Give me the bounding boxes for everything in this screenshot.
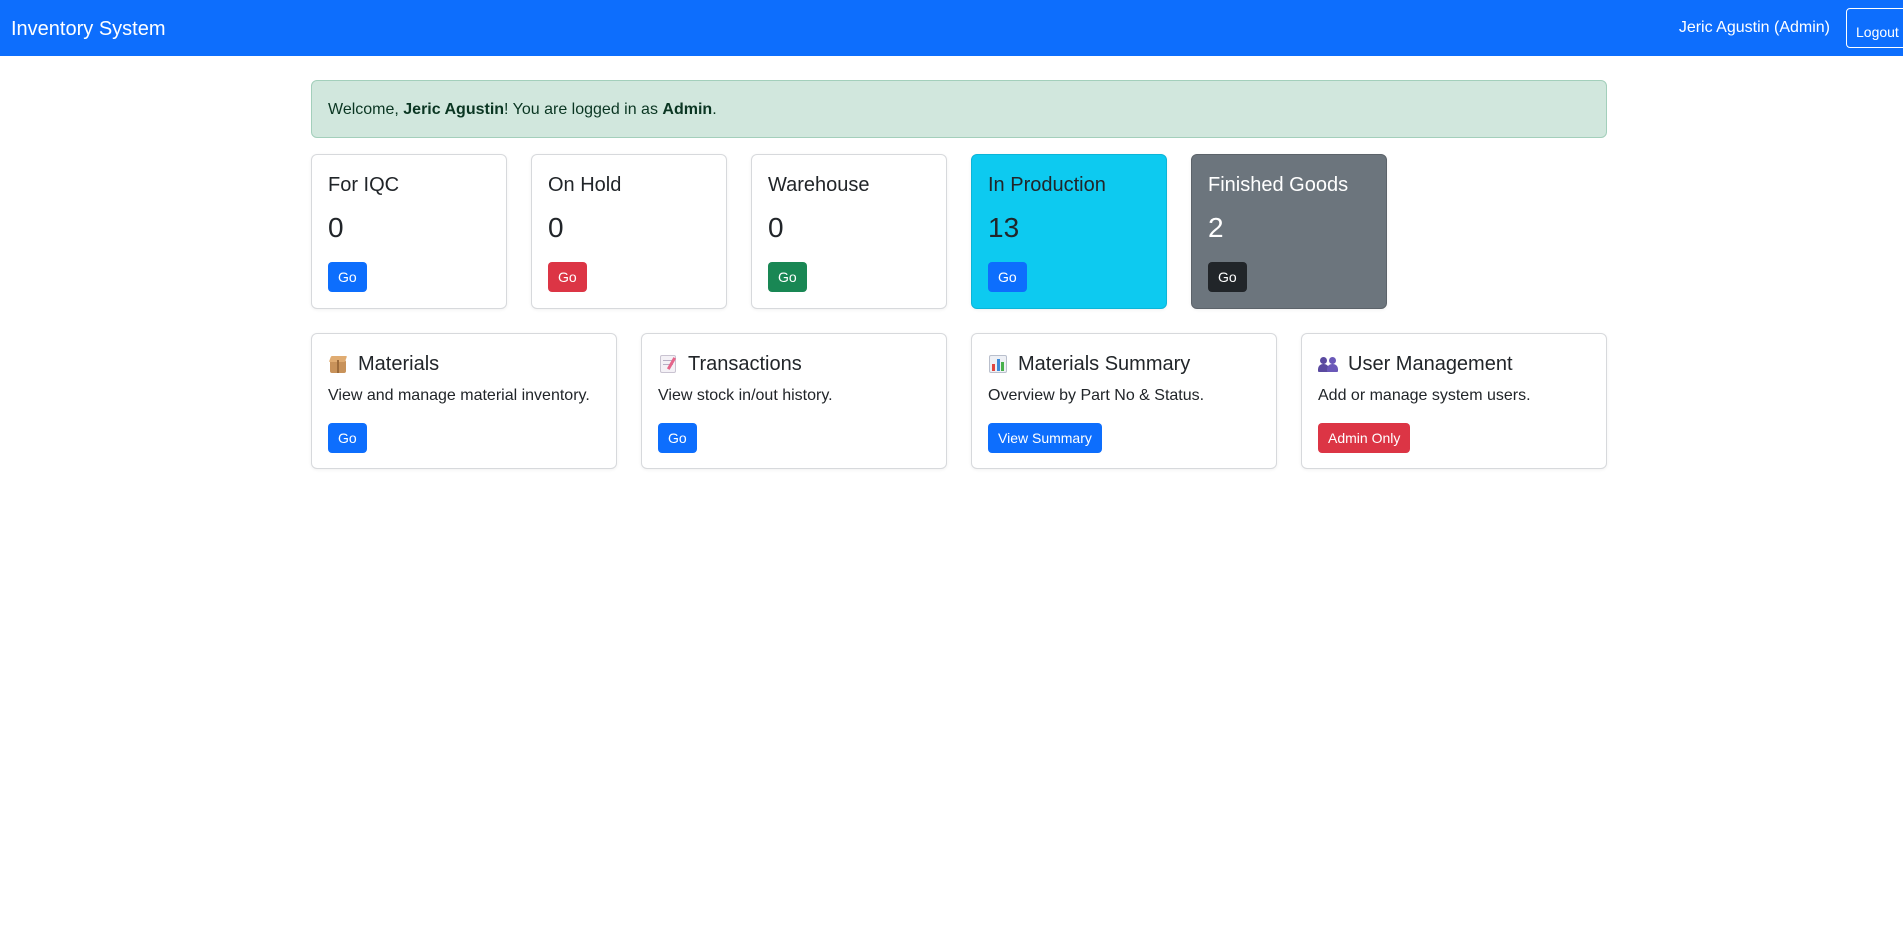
stat-title: For IQC [328, 174, 400, 196]
current-user-label: Jeric Agustin (Admin) [1678, 19, 1830, 36]
users-icon [1318, 354, 1338, 374]
module-card-materials: Materials View and manage material inven… [311, 333, 617, 469]
welcome-role: Admin [662, 101, 713, 118]
admin-only-button[interactable]: Admin Only [1318, 423, 1411, 453]
stat-value: 0 [328, 212, 344, 243]
welcome-suffix: . [712, 101, 717, 118]
stat-title: On Hold [548, 174, 622, 196]
stat-card-on-hold: On Hold 0 Go [531, 154, 727, 309]
warehouse-go-button[interactable]: Go [768, 262, 807, 292]
logout-button[interactable]: Logout [1846, 8, 1903, 48]
stat-card-for-iqc: For IQC 0 Go [311, 154, 507, 309]
brand-title[interactable]: Inventory System [11, 17, 166, 41]
stat-title: In Production [988, 174, 1106, 196]
on-hold-go-button[interactable]: Go [548, 262, 587, 292]
stat-value: 0 [548, 212, 564, 243]
stat-value: 0 [768, 212, 784, 243]
stat-title: Finished Goods [1208, 174, 1349, 196]
module-title: Materials Summary [1018, 353, 1191, 375]
for-iqc-go-button[interactable]: Go [328, 262, 367, 292]
welcome-prefix: Welcome, [328, 101, 404, 118]
stat-card-warehouse: Warehouse 0 Go [751, 154, 947, 309]
module-card-transactions: Transactions View stock in/out history. … [641, 333, 947, 469]
transactions-go-button[interactable]: Go [658, 423, 697, 453]
materials-go-button[interactable]: Go [328, 423, 367, 453]
navbar: Inventory System Jeric Agustin (Admin) L… [0, 0, 1903, 56]
module-description: View and manage material inventory. [328, 387, 590, 404]
in-production-go-button[interactable]: Go [988, 262, 1027, 292]
module-description: Add or manage system users. [1318, 387, 1531, 404]
stat-card-in-production: In Production 13 Go [971, 154, 1167, 309]
stat-title: Warehouse [768, 174, 870, 196]
module-description: Overview by Part No & Status. [988, 387, 1205, 404]
module-title: User Management [1348, 353, 1513, 375]
welcome-alert: Welcome, Jeric Agustin! You are logged i… [311, 80, 1607, 138]
module-description: View stock in/out history. [658, 387, 833, 404]
stat-card-finished-goods: Finished Goods 2 Go [1191, 154, 1387, 309]
bar-chart-icon [988, 354, 1008, 374]
package-icon [328, 354, 348, 374]
welcome-user-name: Jeric Agustin [403, 101, 505, 118]
view-summary-button[interactable]: View Summary [988, 423, 1102, 453]
module-card-materials-summary: Materials Summary Overview by Part No & … [971, 333, 1277, 469]
memo-icon [658, 354, 678, 374]
finished-goods-go-button[interactable]: Go [1208, 262, 1247, 292]
module-card-user-management: User Management Add or manage system use… [1301, 333, 1607, 469]
module-title: Transactions [688, 353, 802, 375]
stat-value: 13 [988, 212, 1020, 243]
module-title: Materials [358, 353, 440, 375]
stat-value: 2 [1208, 212, 1224, 243]
welcome-middle: ! You are logged in as [504, 101, 663, 118]
